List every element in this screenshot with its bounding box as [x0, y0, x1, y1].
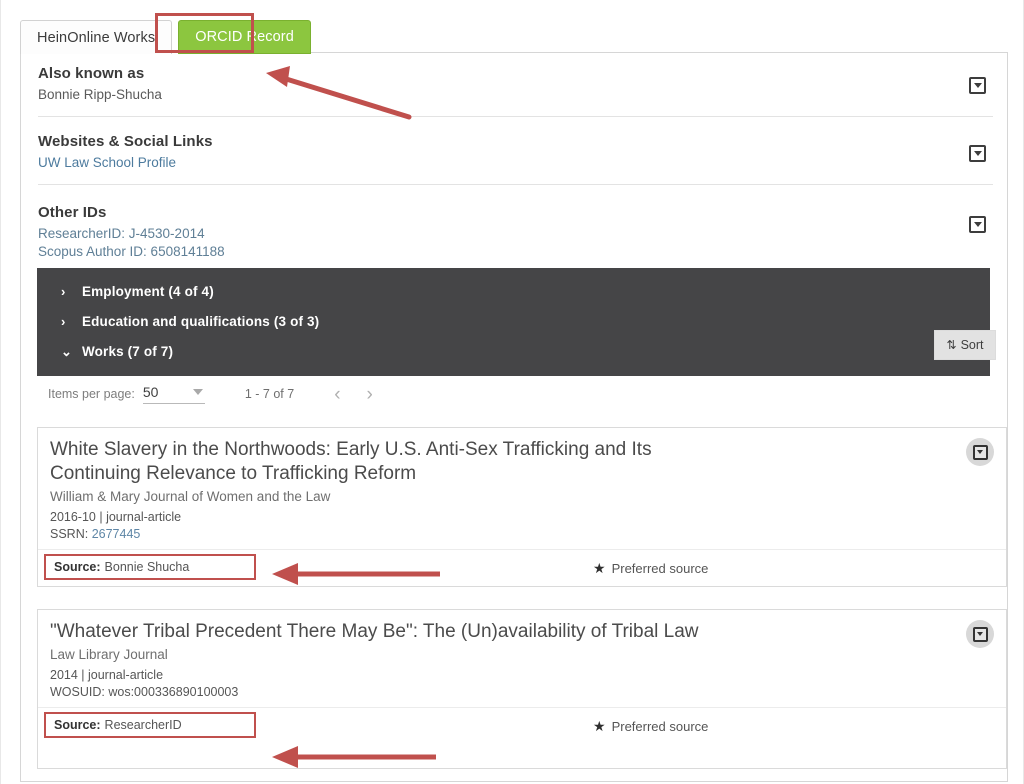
caret-down-box-icon-also-known-as[interactable] [969, 77, 986, 94]
previous-page-button[interactable]: ‹ [334, 385, 340, 404]
link-uw-law-school-profile[interactable]: UW Law School Profile [38, 154, 968, 172]
other-id-scopus-author-id[interactable]: Scopus Author ID: 6508141188 [38, 243, 968, 261]
section-also-known-as-value: Bonnie Ripp-Shucha [38, 87, 162, 102]
caret-down-glyph [973, 222, 982, 227]
chevron-right-icon-education: › [61, 313, 66, 329]
sort-button[interactable]: ⇅ Sort [934, 330, 996, 360]
caret-down-glyph [973, 151, 982, 156]
star-icon: ★ [593, 718, 606, 734]
work-card-1-source: Source: Bonnie Shucha [44, 554, 256, 580]
work-card-2-identifier-value: wos:000336890100003 [108, 685, 239, 699]
work-card-1-meta: 2016-10 | journal-article [50, 510, 182, 524]
work-card-2-journal: Law Library Journal [50, 647, 168, 662]
orcid-record-screen: HeinOnline Works ORCID Record Also known… [0, 0, 1024, 784]
tab-heinonline-works[interactable]: HeinOnline Works [20, 20, 173, 54]
work-card-1-identifier-label: SSRN: [50, 527, 89, 541]
work-card-1-preferred-source: ★ Preferred source [593, 560, 708, 577]
section-other-ids-title: Other IDs [38, 204, 107, 221]
work-card-2-meta: 2014 | journal-article [50, 668, 164, 682]
section-websites-social-links-title: Websites & Social Links [38, 133, 213, 150]
work-card-1-journal: William & Mary Journal of Women and the … [50, 489, 331, 504]
accordion-row-education-label: Education and qualifications (3 of 3) [82, 313, 320, 329]
section-also-known-as: Also known as Bonnie Ripp-Shucha [38, 65, 968, 104]
work-card-2-title[interactable]: "Whatever Tribal Precedent There May Be"… [50, 620, 730, 644]
caret-down-glyph [973, 83, 982, 88]
chevron-right-icon-employment: › [61, 283, 66, 299]
chevron-down-icon-works: ⌄ [61, 343, 73, 359]
divider-2 [38, 184, 993, 185]
items-per-page-select[interactable]: 50 [142, 384, 205, 404]
work-card-2-identifier: WOSUID: wos:000336890100003 [50, 684, 992, 701]
work-card-1-preferred-label: Preferred source [611, 561, 709, 576]
work-card-2: "Whatever Tribal Precedent There May Be"… [37, 609, 1007, 769]
tab-bar: HeinOnline Works ORCID Record [20, 14, 311, 54]
caret-down-box-icon-websites-social-links[interactable] [969, 145, 986, 162]
work-card-2-source-label: Source: [54, 718, 101, 732]
work-card-2-preferred-source: ★ Preferred source [593, 718, 708, 735]
star-icon: ★ [593, 560, 606, 576]
items-per-page-label: Items per page: [48, 387, 135, 401]
accordion-row-works[interactable]: ⌄ Works (7 of 7) [37, 336, 990, 366]
work-card-1-body: White Slavery in the Northwoods: Early U… [38, 428, 1006, 549]
work-card-2-preferred-label: Preferred source [611, 719, 709, 734]
work-card-2-footer: Source: ResearcherID ★ Preferred source [38, 707, 1006, 746]
work-card-1-source-label: Source: [54, 560, 101, 574]
work-card-1-source-value: Bonnie Shucha [104, 560, 190, 574]
work-card-2-body: "Whatever Tribal Precedent There May Be"… [38, 610, 1006, 707]
tab-orcid-record[interactable]: ORCID Record [178, 20, 311, 54]
record-sections-accordion: › Employment (4 of 4) › Education and qu… [37, 268, 990, 376]
accordion-row-employment-label: Employment (4 of 4) [82, 283, 214, 299]
accordion-row-education[interactable]: › Education and qualifications (3 of 3) [37, 306, 990, 336]
caret-down-box-glyph [972, 626, 988, 642]
sort-arrows-icon: ⇅ [946, 338, 957, 352]
work-card-2-identifier-label: WOSUID: [50, 685, 105, 699]
caret-down-circle-icon-work-1[interactable] [966, 438, 994, 466]
caret-down-glyph [977, 632, 983, 636]
items-per-page-value: 50 [142, 384, 159, 400]
section-websites-social-links: Websites & Social Links UW Law School Pr… [38, 133, 968, 172]
work-card-1-title[interactable]: White Slavery in the Northwoods: Early U… [50, 438, 730, 486]
accordion-row-employment[interactable]: › Employment (4 of 4) [37, 276, 990, 306]
section-other-ids: Other IDs ResearcherID: J-4530-2014 Scop… [38, 204, 968, 261]
section-also-known-as-title: Also known as [38, 65, 145, 82]
work-card-1-identifier-value[interactable]: 2677445 [92, 527, 141, 541]
tab-orcid-record-label: ORCID Record [195, 29, 294, 45]
other-id-researcherid[interactable]: ResearcherID: J-4530-2014 [38, 225, 968, 243]
work-card-1-identifier: SSRN: 2677445 [50, 526, 992, 543]
divider-1 [38, 116, 993, 117]
tab-heinonline-works-label: HeinOnline Works [37, 29, 156, 46]
caret-down-circle-icon-work-2[interactable] [966, 620, 994, 648]
next-page-button[interactable]: › [367, 385, 373, 404]
sort-button-label: Sort [960, 338, 984, 352]
work-card-1-footer: Source: Bonnie Shucha ★ Preferred source [38, 549, 1006, 588]
chevron-down-icon-items-per-page [192, 389, 203, 395]
pagination-range-label: 1 - 7 of 7 [244, 387, 295, 401]
work-card-2-source-value: ResearcherID [104, 718, 182, 732]
caret-down-box-glyph [972, 444, 988, 460]
work-card-2-source: Source: ResearcherID [44, 712, 256, 738]
accordion-row-works-label: Works (7 of 7) [82, 343, 174, 359]
caret-down-glyph [977, 450, 983, 454]
caret-down-box-icon-other-ids[interactable] [969, 216, 986, 233]
paginator: Items per page: 50 1 - 7 of 7 ‹ › [48, 384, 373, 404]
work-card-1: White Slavery in the Northwoods: Early U… [37, 427, 1007, 587]
